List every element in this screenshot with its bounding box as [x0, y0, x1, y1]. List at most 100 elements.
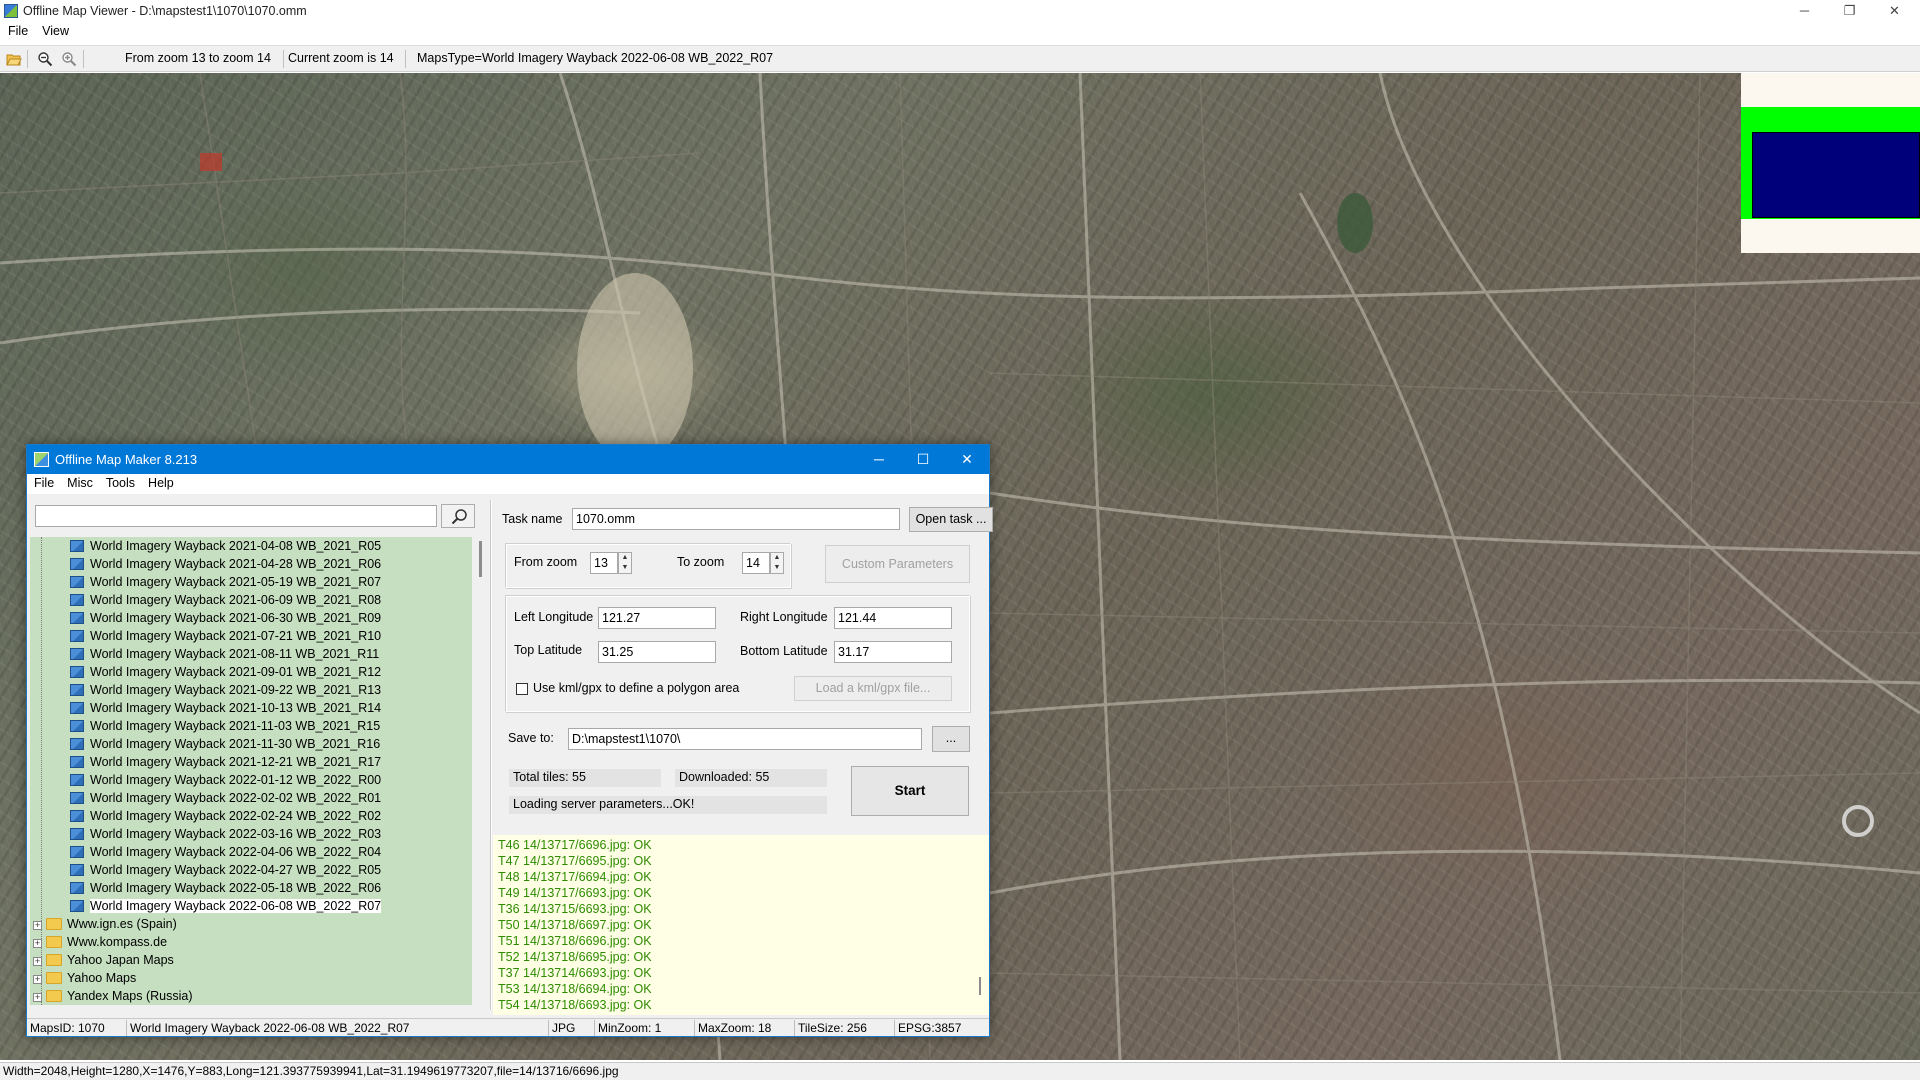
tree-folder[interactable]: + Www.ign.es (Spain) — [30, 915, 177, 933]
from-zoom-spinner[interactable]: ▲ ▼ — [618, 552, 632, 574]
log-scrollbar-thumb[interactable] — [979, 977, 981, 995]
tree-item-label: World Imagery Wayback 2021-09-01 WB_2021… — [90, 665, 382, 679]
dialog-menu-misc[interactable]: Misc — [60, 474, 99, 490]
tree-item[interactable]: World Imagery Wayback 2021-11-03 WB_2021… — [70, 717, 380, 735]
tree-item[interactable]: World Imagery Wayback 2021-06-30 WB_2021… — [70, 609, 381, 627]
tree-item[interactable]: World Imagery Wayback 2022-03-16 WB_2022… — [70, 825, 381, 843]
tree-item-label: World Imagery Wayback 2021-11-30 WB_2021… — [90, 737, 381, 751]
tree-item[interactable]: World Imagery Wayback 2021-07-21 WB_2021… — [70, 627, 381, 645]
overview-viewport[interactable] — [1752, 132, 1920, 218]
map-layer-icon — [70, 792, 84, 804]
min-zoom-cell: MinZoom: 1 — [595, 1020, 695, 1036]
map-layer-icon — [70, 774, 84, 786]
tree-item-label: World Imagery Wayback 2022-01-12 WB_2022… — [90, 773, 382, 787]
map-search-button[interactable] — [441, 504, 475, 528]
dialog-menu-file[interactable]: File — [27, 474, 60, 490]
tree-item[interactable]: World Imagery Wayback 2021-10-13 WB_2021… — [70, 699, 381, 717]
task-name-input[interactable]: 1070.omm — [572, 508, 900, 530]
format-cell: JPG — [549, 1020, 595, 1036]
restore-button[interactable]: ❐ — [1827, 0, 1872, 23]
close-button[interactable]: ✕ — [1872, 0, 1917, 23]
tree-item[interactable]: World Imagery Wayback 2021-08-11 WB_2021… — [70, 645, 379, 663]
expand-icon[interactable]: + — [33, 921, 42, 930]
tree-item-label: World Imagery Wayback 2021-12-21 WB_2021… — [90, 755, 382, 769]
dialog-menu-help[interactable]: Help — [141, 474, 180, 490]
window-title: Offline Map Viewer - D:\mapstest1\1070\1… — [23, 4, 307, 18]
tree-item[interactable]: World Imagery Wayback 2021-09-22 WB_2021… — [70, 681, 381, 699]
tree-item[interactable]: World Imagery Wayback 2021-05-19 WB_2021… — [70, 573, 381, 591]
log-line: T51 14/13718/6696.jpg: OK — [498, 934, 652, 948]
browse-folder-button[interactable]: ... — [932, 726, 970, 752]
offline-map-maker-dialog: Offline Map Maker 8.213 ─ ☐ ✕ File Misc To… — [26, 444, 993, 1037]
from-zoom-input[interactable]: 13 — [590, 552, 618, 574]
tree-item[interactable]: World Imagery Wayback 2021-04-28 WB_2021… — [70, 555, 381, 573]
left-longitude-input[interactable]: 121.27 — [598, 607, 716, 629]
tree-item-label: World Imagery Wayback 2022-04-27 WB_2022… — [90, 863, 382, 877]
expand-icon[interactable]: + — [33, 975, 42, 984]
map-source-tree[interactable]: World Imagery Wayback 2021-04-08 WB_2021… — [30, 537, 472, 1005]
expand-icon[interactable]: + — [33, 939, 42, 948]
log-scrollbar[interactable] — [973, 837, 987, 1013]
tree-item-label: World Imagery Wayback 2022-05-18 WB_2022… — [90, 881, 382, 895]
tree-item[interactable]: World Imagery Wayback 2021-11-30 WB_2021… — [70, 735, 380, 753]
tree-item[interactable]: World Imagery Wayback 2022-05-18 WB_2022… — [70, 879, 381, 897]
tree-folder[interactable]: + Yandex Maps (Russia) — [30, 987, 193, 1005]
server-status-text: Loading server parameters...OK! — [509, 796, 827, 814]
tree-item-label: World Imagery Wayback 2021-04-08 WB_2021… — [90, 539, 382, 553]
tree-folder[interactable]: + Www.kompass.de — [30, 933, 167, 951]
current-zoom-text: Current zoom is 14 — [288, 51, 394, 65]
use-kml-checkbox[interactable] — [516, 683, 528, 695]
expand-icon[interactable]: + — [33, 957, 42, 966]
tree-folder[interactable]: + Yahoo Maps — [30, 969, 136, 987]
tree-item[interactable]: World Imagery Wayback 2022-04-06 WB_2022… — [70, 843, 381, 861]
map-name-cell: World Imagery Wayback 2022-06-08 WB_2022… — [127, 1020, 549, 1036]
map-layer-icon — [70, 810, 84, 822]
tree-item[interactable]: World Imagery Wayback 2022-02-24 WB_2022… — [70, 807, 381, 825]
dialog-status-bar: MapsID: 1070 World Imagery Wayback 2022-… — [27, 1018, 989, 1036]
use-kml-label: Use kml/gpx to define a polygon area — [533, 681, 740, 695]
download-log[interactable]: T46 14/13717/6696.jpg: OK T47 14/13717/66… — [493, 835, 989, 1015]
log-line: T48 14/13717/6694.jpg: OK — [498, 870, 652, 884]
menu-view[interactable]: View — [34, 23, 75, 38]
to-zoom-input[interactable]: 14 — [742, 552, 770, 574]
open-folder-icon[interactable] — [6, 51, 22, 67]
zoom-in-icon[interactable] — [61, 51, 77, 67]
right-longitude-input[interactable]: 121.44 — [834, 607, 952, 629]
expand-icon[interactable]: + — [33, 993, 42, 1002]
map-layer-icon — [70, 630, 84, 642]
log-line: T46 14/13717/6696.jpg: OK — [498, 838, 652, 852]
dialog-close-button[interactable]: ✕ — [945, 445, 989, 474]
bottom-latitude-input[interactable]: 31.17 — [834, 641, 952, 663]
tree-folder[interactable]: + Yahoo Japan Maps — [30, 951, 174, 969]
map-overview[interactable] — [1741, 73, 1920, 253]
tree-item[interactable]: World Imagery Wayback 2021-12-21 WB_2021… — [70, 753, 381, 771]
dialog-menu-bar: File Misc Tools Help — [27, 474, 989, 494]
dialog-minimize-button[interactable]: ─ — [857, 445, 901, 474]
tree-scrollbar[interactable] — [474, 537, 488, 1005]
dialog-title-bar[interactable]: Offline Map Maker 8.213 ─ ☐ ✕ — [27, 445, 989, 474]
dialog-app-icon — [34, 452, 49, 467]
tree-item[interactable]: World Imagery Wayback 2022-04-27 WB_2022… — [70, 861, 381, 879]
custom-parameters-button[interactable]: Custom Parameters — [825, 545, 970, 583]
menu-file[interactable]: File — [0, 23, 34, 38]
map-search-input[interactable] — [35, 505, 437, 527]
top-latitude-input[interactable]: 31.25 — [598, 641, 716, 663]
open-task-button[interactable]: Open task ... — [909, 507, 993, 532]
tree-scrollbar-thumb[interactable] — [479, 541, 482, 577]
load-kml-button[interactable]: Load a kml/gpx file... — [794, 676, 952, 701]
map-layer-icon — [70, 576, 84, 588]
minimize-button[interactable]: ─ — [1782, 0, 1827, 23]
start-button[interactable]: Start — [851, 766, 969, 816]
tree-item[interactable]: World Imagery Wayback 2022-06-08 WB_2022… — [70, 897, 382, 915]
save-to-input[interactable]: D:\mapstest1\1070\ — [568, 728, 922, 750]
zoom-out-icon[interactable] — [37, 51, 53, 67]
tree-item[interactable]: World Imagery Wayback 2022-02-02 WB_2022… — [70, 789, 381, 807]
dialog-maximize-button[interactable]: ☐ — [901, 445, 945, 474]
tree-item-label: World Imagery Wayback 2021-10-13 WB_2021… — [90, 701, 382, 715]
to-zoom-spinner[interactable]: ▲ ▼ — [770, 552, 784, 574]
tree-item[interactable]: World Imagery Wayback 2021-04-08 WB_2021… — [70, 537, 381, 555]
tree-item[interactable]: World Imagery Wayback 2021-06-09 WB_2021… — [70, 591, 381, 609]
dialog-menu-tools[interactable]: Tools — [99, 474, 141, 490]
tree-item[interactable]: World Imagery Wayback 2021-09-01 WB_2021… — [70, 663, 381, 681]
tree-item[interactable]: World Imagery Wayback 2022-01-12 WB_2022… — [70, 771, 381, 789]
